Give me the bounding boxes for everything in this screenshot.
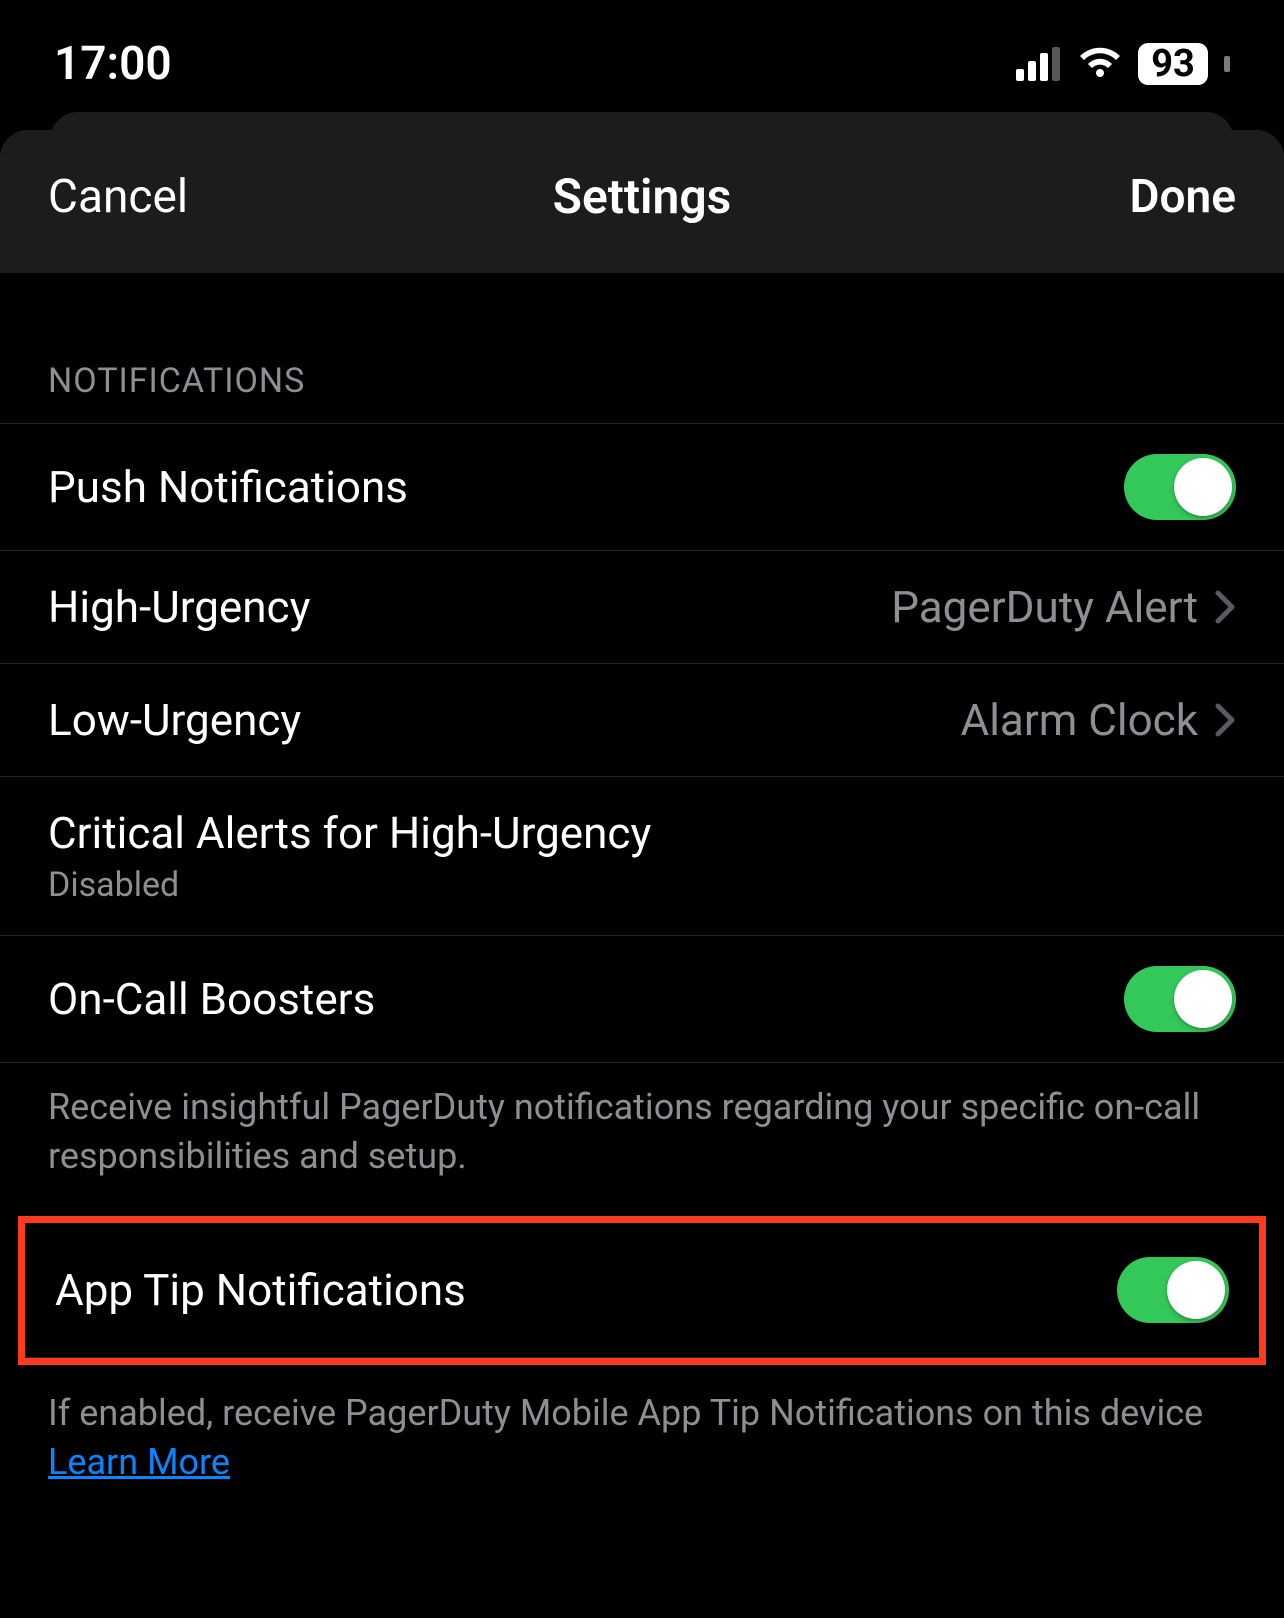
toggle-knob [1167, 1261, 1225, 1319]
section-header-notifications: NOTIFICATIONS [0, 273, 1284, 423]
cancel-button[interactable]: Cancel [48, 170, 228, 224]
row-label: Critical Alerts for High-Urgency [48, 807, 651, 859]
row-critical-alerts[interactable]: Critical Alerts for High-Urgency Disable… [0, 776, 1284, 935]
row-label: Low-Urgency [48, 694, 301, 746]
row-label: High-Urgency [48, 581, 310, 633]
row-label: On-Call Boosters [48, 973, 375, 1025]
chevron-right-icon [1214, 702, 1236, 738]
status-bar: 17:00 93 [0, 0, 1284, 110]
status-time: 17:00 [54, 37, 172, 91]
row-oncall-boosters[interactable]: On-Call Boosters [0, 935, 1284, 1062]
row-value: PagerDuty Alert [891, 581, 1198, 633]
battery-badge: 93 [1138, 43, 1208, 85]
row-high-urgency[interactable]: High-Urgency PagerDuty Alert [0, 550, 1284, 663]
row-label: App Tip Notifications [55, 1264, 466, 1316]
chevron-right-icon [1214, 589, 1236, 625]
row-sublabel: Disabled [48, 865, 651, 905]
sheet-title: Settings [228, 168, 1056, 225]
done-button[interactable]: Done [1056, 170, 1236, 224]
toggle-knob [1174, 970, 1232, 1028]
status-icons: 93 [1016, 43, 1230, 85]
row-push-notifications[interactable]: Push Notifications [0, 423, 1284, 550]
battery-tip-icon [1224, 56, 1230, 72]
row-app-tip[interactable]: App Tip Notifications [25, 1223, 1259, 1358]
cellular-icon [1016, 47, 1062, 81]
row-value: Alarm Clock [960, 694, 1198, 746]
row-low-urgency[interactable]: Low-Urgency Alarm Clock [0, 663, 1284, 776]
sheet-header: Cancel Settings Done [0, 130, 1284, 273]
learn-more-link[interactable]: Learn More [48, 1441, 230, 1483]
boosters-footer: Receive insightful PagerDuty notificatio… [0, 1062, 1284, 1208]
boosters-toggle[interactable] [1124, 966, 1236, 1032]
push-toggle[interactable] [1124, 454, 1236, 520]
highlight-app-tip: App Tip Notifications [18, 1216, 1266, 1365]
row-label: Push Notifications [48, 461, 408, 513]
settings-sheet: Cancel Settings Done NOTIFICATIONS Push … [0, 130, 1284, 1618]
apptip-footer-text: If enabled, receive PagerDuty Mobile App… [48, 1392, 1203, 1434]
apptip-footer: If enabled, receive PagerDuty Mobile App… [0, 1365, 1284, 1514]
toggle-knob [1174, 458, 1232, 516]
apptip-toggle[interactable] [1117, 1257, 1229, 1323]
sheet-body: NOTIFICATIONS Push Notifications High-Ur… [0, 273, 1284, 1618]
wifi-icon [1076, 47, 1124, 81]
